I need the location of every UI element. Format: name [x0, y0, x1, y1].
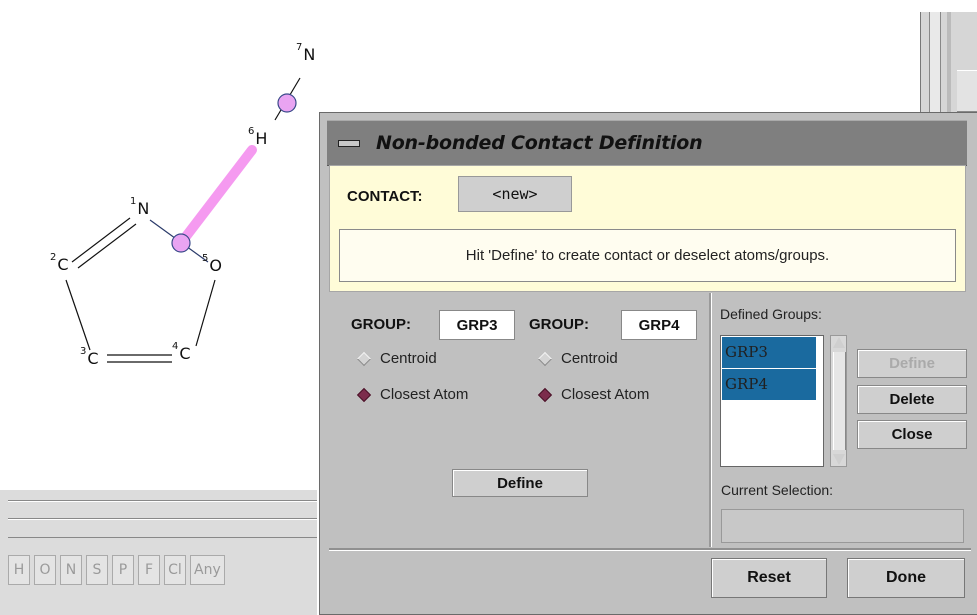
group1-closest-atom-radio[interactable]: Closest Atom [356, 386, 469, 403]
define-group-button[interactable]: Define [857, 349, 967, 378]
atom-label[interactable]: 3C [80, 347, 99, 367]
radio-diamond-icon [356, 351, 372, 366]
background-window-frame [920, 12, 977, 112]
defined-groups-list[interactable]: GRP3 GRP4 [720, 335, 824, 467]
contact-definition-dialog: Non-bonded Contact Definition CONTACT: <… [317, 112, 977, 615]
atom-button-f[interactable]: F [138, 555, 160, 585]
dialog-title: Non-bonded Contact Definition [376, 132, 703, 154]
define-contact-button[interactable]: Define [452, 469, 588, 497]
atom-label[interactable]: 7N [296, 43, 315, 63]
selected-atom-node[interactable] [171, 233, 191, 253]
radio-label: Closest Atom [380, 386, 469, 403]
group2-field[interactable]: GRP4 [621, 310, 697, 340]
atom-button-any[interactable]: Any [190, 555, 225, 585]
atom-type-toolbar: H O N S P F Cl Any [8, 555, 225, 585]
atom-label[interactable]: 4C [172, 342, 191, 362]
group1-centroid-radio[interactable]: Centroid [356, 350, 437, 367]
atom-button-cl[interactable]: Cl [164, 555, 186, 585]
current-selection-label: Current Selection: [721, 482, 834, 498]
bond-c4-o5 [195, 279, 216, 347]
atom-label[interactable]: 6H [248, 127, 267, 147]
atom-label[interactable]: 5O [202, 254, 222, 274]
reset-button[interactable]: Reset [711, 558, 827, 598]
radio-label: Centroid [561, 350, 618, 367]
atom-label[interactable]: 1N [130, 197, 149, 217]
group1-field[interactable]: GRP3 [439, 310, 515, 340]
defined-groups-panel: Defined Groups: GRP3 GRP4 Define Delete … [712, 293, 972, 547]
window-menu-icon [338, 139, 360, 147]
group1-label: GROUP: [351, 316, 411, 333]
done-button[interactable]: Done [847, 558, 965, 598]
atom-button-s[interactable]: S [86, 555, 108, 585]
atom-label[interactable]: 2C [50, 253, 69, 273]
radio-diamond-icon [537, 351, 553, 366]
atom-button-o[interactable]: O [34, 555, 56, 585]
current-selection-field [721, 509, 964, 543]
status-message: Hit 'Define' to create contact or desele… [339, 229, 956, 282]
delete-group-button[interactable]: Delete [857, 385, 967, 414]
atom-button-n[interactable]: N [60, 555, 82, 585]
defined-groups-label: Defined Groups: [720, 306, 822, 322]
selected-atom-node[interactable] [277, 93, 297, 113]
footer-divider [329, 548, 971, 551]
scroll-thumb[interactable] [833, 352, 846, 450]
list-scrollbar[interactable] [830, 335, 847, 467]
highlighted-bond [176, 145, 257, 248]
contact-selector-button[interactable]: <new> [458, 176, 572, 212]
bond-c2-c3 [65, 279, 91, 351]
atom-button-h[interactable]: H [8, 555, 30, 585]
bond-c2-n1-b [77, 223, 137, 269]
radio-diamond-icon [537, 387, 553, 402]
bond-c2-n1-a [71, 217, 131, 263]
group2-label: GROUP: [529, 316, 589, 333]
contact-label: CONTACT: [347, 188, 423, 205]
list-item[interactable]: GRP3 [722, 337, 816, 368]
radio-diamond-icon [356, 387, 372, 402]
group2-centroid-radio[interactable]: Centroid [537, 350, 618, 367]
list-item[interactable]: GRP4 [722, 369, 816, 400]
window-menu-button[interactable] [334, 131, 364, 155]
contact-info-panel: CONTACT: <new> Hit 'Define' to create co… [329, 165, 966, 292]
background-toolbar-area [0, 490, 325, 615]
radio-label: Centroid [380, 350, 437, 367]
group-options-panel: GROUP: GRP3 GROUP: GRP4 Centroid Closest… [329, 293, 707, 543]
scroll-down-icon[interactable] [833, 454, 845, 465]
radio-label: Closest Atom [561, 386, 650, 403]
close-group-button[interactable]: Close [857, 420, 967, 449]
dialog-titlebar[interactable]: Non-bonded Contact Definition [327, 120, 967, 166]
atom-button-p[interactable]: P [112, 555, 134, 585]
scroll-up-icon[interactable] [833, 337, 845, 348]
group2-closest-atom-radio[interactable]: Closest Atom [537, 386, 650, 403]
